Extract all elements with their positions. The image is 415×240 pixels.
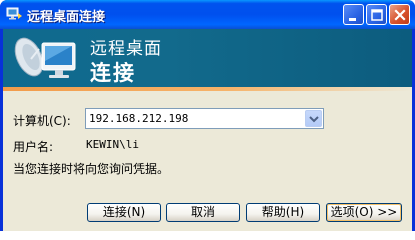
combobox-dropdown-button[interactable] [305, 110, 322, 127]
computer-combobox[interactable]: 192.168.212.198 [85, 108, 324, 129]
help-button[interactable]: 帮助(H) [246, 203, 320, 222]
chevron-down-icon [309, 116, 319, 123]
cancel-button[interactable]: 取消 [166, 203, 240, 222]
minimize-icon [349, 18, 356, 21]
credentials-prompt-text: 当您连接时将向您询问凭据。 [13, 162, 170, 176]
computer-input-value[interactable]: 192.168.212.198 [89, 112, 188, 125]
maximize-button[interactable] [366, 4, 387, 25]
user-name-value: KEWIN\li [86, 138, 139, 151]
close-button[interactable] [389, 4, 410, 25]
options-button[interactable]: 选项(O) >> [326, 203, 402, 222]
remote-desktop-monitor-icon [14, 37, 76, 78]
dialog-client-area: 远程桌面 连接 计算机(C): 192.168.212.198 用户名: KEW… [3, 29, 412, 231]
minimize-button[interactable] [343, 4, 364, 25]
banner-accent-stripe [3, 87, 412, 91]
remote-desktop-app-icon [6, 7, 22, 20]
banner-title-line1: 远程桌面 [90, 39, 162, 59]
remote-desktop-window: 远程桌面连接 远程桌面 连接 计算机(C): 192.168.212.198 用… [0, 0, 415, 231]
close-icon [394, 9, 406, 21]
title-bar[interactable]: 远程桌面连接 [0, 0, 415, 29]
computer-label: 计算机(C): [13, 114, 71, 128]
banner-title-line2: 连接 [90, 61, 136, 85]
maximize-icon [371, 9, 383, 21]
window-title: 远程桌面连接 [27, 10, 106, 25]
header-banner: 远程桌面 连接 [3, 29, 412, 87]
user-name-label: 用户名: [13, 140, 54, 154]
connect-button[interactable]: 连接(N) [87, 203, 161, 222]
